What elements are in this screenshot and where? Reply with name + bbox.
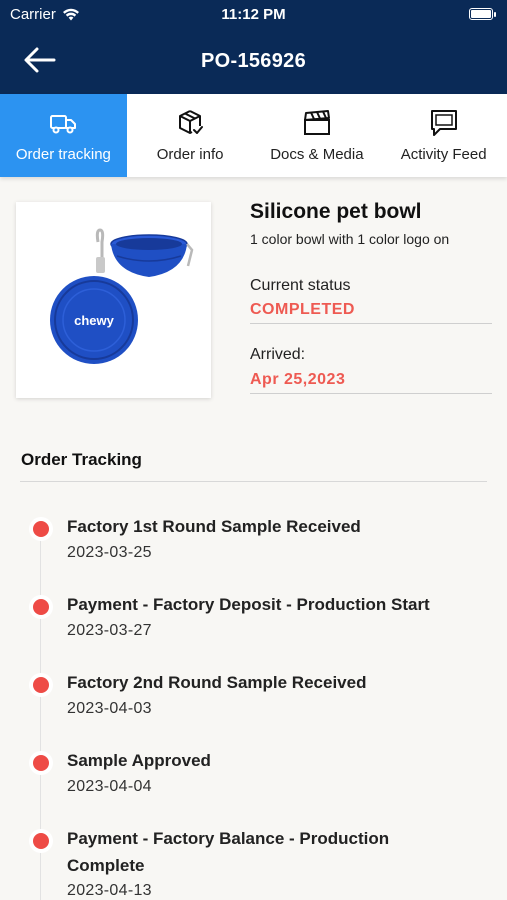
arrived-date: Apr 25,2023 — [250, 371, 346, 388]
divider — [250, 323, 492, 324]
current-status-value: COMPLETED — [250, 301, 355, 318]
status-bar: Carrier 11:12 PM — [0, 0, 507, 30]
truck-icon — [50, 115, 77, 134]
event-date: 2023-03-27 — [67, 622, 152, 639]
tab-docs-media[interactable]: Docs & Media — [254, 94, 381, 177]
box-check-icon — [179, 110, 204, 134]
event-date: 2023-03-25 — [67, 544, 152, 561]
timeline-dot — [33, 677, 49, 693]
product-name: Silicone pet bowl — [250, 200, 422, 223]
section-title: Order Tracking — [21, 450, 142, 469]
event-date: 2023-04-03 — [67, 700, 152, 717]
tab-bar: Order tracking Order info Docs & Media A… — [0, 94, 507, 177]
event-title: Payment - Factory Deposit - Production S… — [67, 595, 430, 614]
event-date: 2023-04-04 — [67, 778, 152, 795]
timeline-dot — [33, 521, 49, 537]
tab-activity-feed[interactable]: Activity Feed — [380, 94, 507, 177]
product-description: 1 color bowl with 1 color logo on — [250, 231, 450, 247]
event-title: Sample Approved — [67, 751, 211, 770]
clapperboard-icon — [303, 110, 330, 135]
page-title: PO-156926 — [201, 50, 306, 72]
tab-label: Docs & Media — [270, 146, 364, 163]
product-image: chewy — [16, 202, 211, 398]
arrived-label: Arrived: — [250, 346, 306, 363]
battery-icon — [469, 8, 496, 20]
message-icon — [430, 110, 457, 136]
timeline-dot — [33, 599, 49, 615]
event-date: 2023-04-13 — [67, 882, 152, 899]
event-title: Factory 2nd Round Sample Received — [67, 673, 367, 692]
tab-order-info[interactable]: Order info — [127, 94, 254, 177]
timeline-dot — [33, 755, 49, 771]
event-title: Factory 1st Round Sample Received — [67, 517, 361, 536]
clock: 11:12 PM — [221, 6, 286, 23]
pet-bowl-picture: chewy — [50, 228, 194, 364]
nav-bar: PO-156926 — [0, 30, 507, 94]
divider — [250, 393, 492, 394]
tab-label: Activity Feed — [400, 146, 487, 163]
tab-label: Order info — [156, 146, 224, 163]
current-status-label: Current status — [250, 277, 351, 294]
tab-order-tracking[interactable]: Order tracking — [0, 94, 127, 177]
divider — [20, 481, 487, 482]
tab-label: Order tracking — [15, 146, 111, 163]
event-title: Payment - Factory Balance - Production C… — [67, 829, 390, 875]
timeline-dot — [33, 833, 49, 849]
bowl-logo-text: chewy — [74, 313, 115, 328]
